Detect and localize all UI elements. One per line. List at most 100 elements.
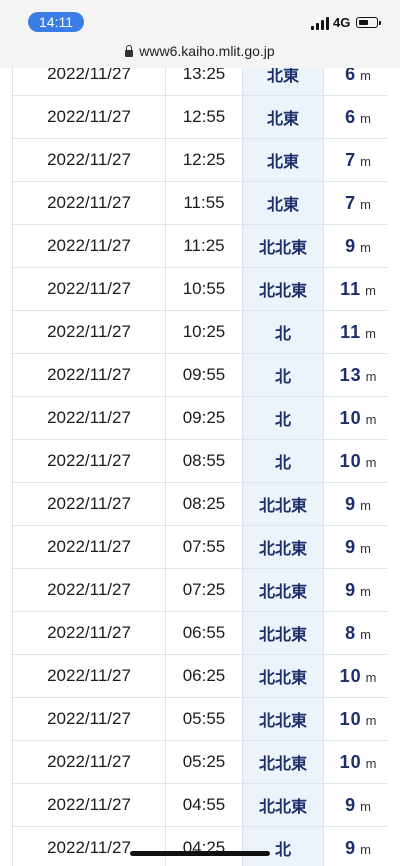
wave-height-value: 11 — [340, 278, 362, 299]
table-row: 2022/11/27 10:55 北北東 11 m — [12, 267, 388, 311]
date-cell: 2022/11/27 — [12, 568, 166, 612]
wave-height-value: 9 — [345, 579, 357, 600]
direction-cell: 北北東 — [242, 611, 324, 655]
table-row: 2022/11/27 06:55 北北東 8 m — [12, 611, 388, 655]
direction-cell: 北北東 — [242, 568, 324, 612]
wave-height-cell: 9m — [323, 826, 388, 866]
time-cell: 12:55 — [165, 95, 243, 139]
date-cell: 2022/11/27 — [12, 783, 166, 827]
date-cell: 2022/11/27 — [12, 396, 166, 440]
direction-cell: 北 — [242, 826, 324, 866]
wave-height-unit: m — [360, 196, 371, 212]
wave-height-value: 10 — [339, 751, 362, 772]
date-cell: 2022/11/27 — [12, 310, 166, 354]
wave-height-cell: 6m — [323, 95, 388, 139]
time-cell: 09:55 — [165, 353, 243, 397]
date-cell: 2022/11/27 — [12, 826, 166, 866]
wave-height-cell: 11 m — [323, 310, 388, 354]
table-row: 2022/11/27 09:55 北 13 m — [12, 353, 388, 397]
wave-height-value: 9 — [345, 235, 357, 256]
battery-icon — [356, 17, 381, 28]
date-cell: 2022/11/27 — [12, 654, 166, 698]
table-row: 2022/11/27 07:55 北北東 9 m — [12, 525, 388, 569]
time-cell: 05:25 — [165, 740, 243, 784]
table-row: 2022/11/27 04:55 北北東 9 m — [12, 783, 388, 827]
time-cell: 13:25 — [165, 68, 243, 96]
lock-icon — [125, 45, 134, 57]
direction-cell: 北東 — [242, 95, 324, 139]
home-indicator[interactable] — [130, 851, 270, 856]
time-cell: 11:55 — [165, 181, 243, 225]
wave-height-cell: 10 m — [323, 439, 388, 483]
wave-height-unit: m — [360, 540, 371, 556]
direction-cell: 北 — [242, 353, 324, 397]
direction-cell: 北北東 — [242, 783, 324, 827]
direction-cell: 北北東 — [242, 525, 324, 569]
wave-height-cell: 10 m — [323, 740, 388, 784]
wave-height-unit: m — [360, 239, 371, 255]
time-cell: 04:55 — [165, 783, 243, 827]
table-row: 2022/11/27 12:55 北東 6 m — [12, 95, 388, 139]
direction-cell: 北 — [242, 439, 324, 483]
date-cell: 2022/11/27 — [12, 267, 166, 311]
wave-height-value: 7 — [345, 149, 357, 170]
time-cell: 08:55 — [165, 439, 243, 483]
time-cell: 04:25 — [165, 826, 243, 866]
wave-height-unit: m — [360, 68, 371, 83]
wave-height-unit: m — [360, 626, 371, 642]
date-cell: 2022/11/27 — [12, 439, 166, 483]
status-bar: 14:11 4G — [0, 0, 400, 40]
time-cell: 06:55 — [165, 611, 243, 655]
time-cell: 12:25 — [165, 138, 243, 182]
table-row: 2022/11/27 13:25 北東 6 m — [12, 68, 388, 96]
table-row: 2022/11/27 11:55 北東 7 m — [12, 181, 388, 225]
wave-height-unit: m — [365, 755, 377, 771]
address-bar[interactable]: www6.kaiho.mlit.go.jp — [0, 40, 400, 68]
wave-height-value: 9 — [345, 493, 357, 514]
wave-height-unit: m — [365, 411, 377, 427]
wave-height-cell: 8m — [323, 611, 388, 655]
wave-height-unit: m — [365, 712, 377, 728]
table-row: 2022/11/27 12:25 北東 7 m — [12, 138, 388, 182]
direction-cell: 北北東 — [242, 654, 324, 698]
time-cell: 10:25 — [165, 310, 243, 354]
wave-height-value: 8 — [345, 622, 357, 643]
direction-cell: 北北東 — [242, 482, 324, 526]
date-cell: 2022/11/27 — [12, 697, 166, 741]
wave-height-cell: 10 m — [323, 654, 388, 698]
direction-cell: 北北東 — [242, 224, 324, 268]
table-row: 2022/11/27 09:25 北 10 m — [12, 396, 388, 440]
table-row: 2022/11/27 06:25 北北東 10 m — [12, 654, 388, 698]
status-time[interactable]: 14:11 — [28, 12, 84, 32]
direction-cell: 北東 — [242, 181, 324, 225]
wave-height-unit: m — [360, 583, 371, 599]
table-row: 2022/11/27 08:55 北 10 m — [12, 439, 388, 483]
wave-height-value: 10 — [339, 407, 362, 428]
wave-height-value: 9 — [345, 794, 357, 815]
date-cell: 2022/11/27 — [12, 224, 166, 268]
wave-height-unit: m — [365, 282, 376, 298]
wave-height-value: 9 — [345, 837, 357, 858]
wave-height-value: 9 — [345, 536, 357, 557]
date-cell: 2022/11/27 — [12, 68, 166, 96]
time-cell: 06:25 — [165, 654, 243, 698]
table-row: 2022/11/27 07:25 北北東 9 m — [12, 568, 388, 612]
table-row: 2022/11/27 10:25 北 11 m — [12, 310, 388, 354]
table-row: 2022/11/27 05:25 北北東 10 m — [12, 740, 388, 784]
time-cell: 07:55 — [165, 525, 243, 569]
table-row: 2022/11/27 08:25 北北東 9 m — [12, 482, 388, 526]
url-text: www6.kaiho.mlit.go.jp — [139, 43, 275, 59]
table-row: 2022/11/27 11:25 北北東 9 m — [12, 224, 388, 268]
wave-height-unit: m — [360, 798, 371, 814]
wave-height-cell: 6m — [323, 68, 388, 96]
direction-cell: 北北東 — [242, 697, 324, 741]
wave-height-cell: 9m — [323, 525, 388, 569]
wave-height-value: 13 — [339, 364, 362, 385]
wave-height-unit: m — [360, 110, 371, 126]
wave-height-value: 10 — [339, 450, 362, 471]
wave-height-unit: m — [365, 669, 377, 685]
direction-cell: 北 — [242, 396, 324, 440]
table-row: 2022/11/27 04:25 北 9 m — [12, 826, 388, 866]
observation-table: 2022/11/27 13:25 北東 6 m 2022/11/27 12:55 北東 6 m 20… — [12, 68, 388, 866]
time-cell: 08:25 — [165, 482, 243, 526]
